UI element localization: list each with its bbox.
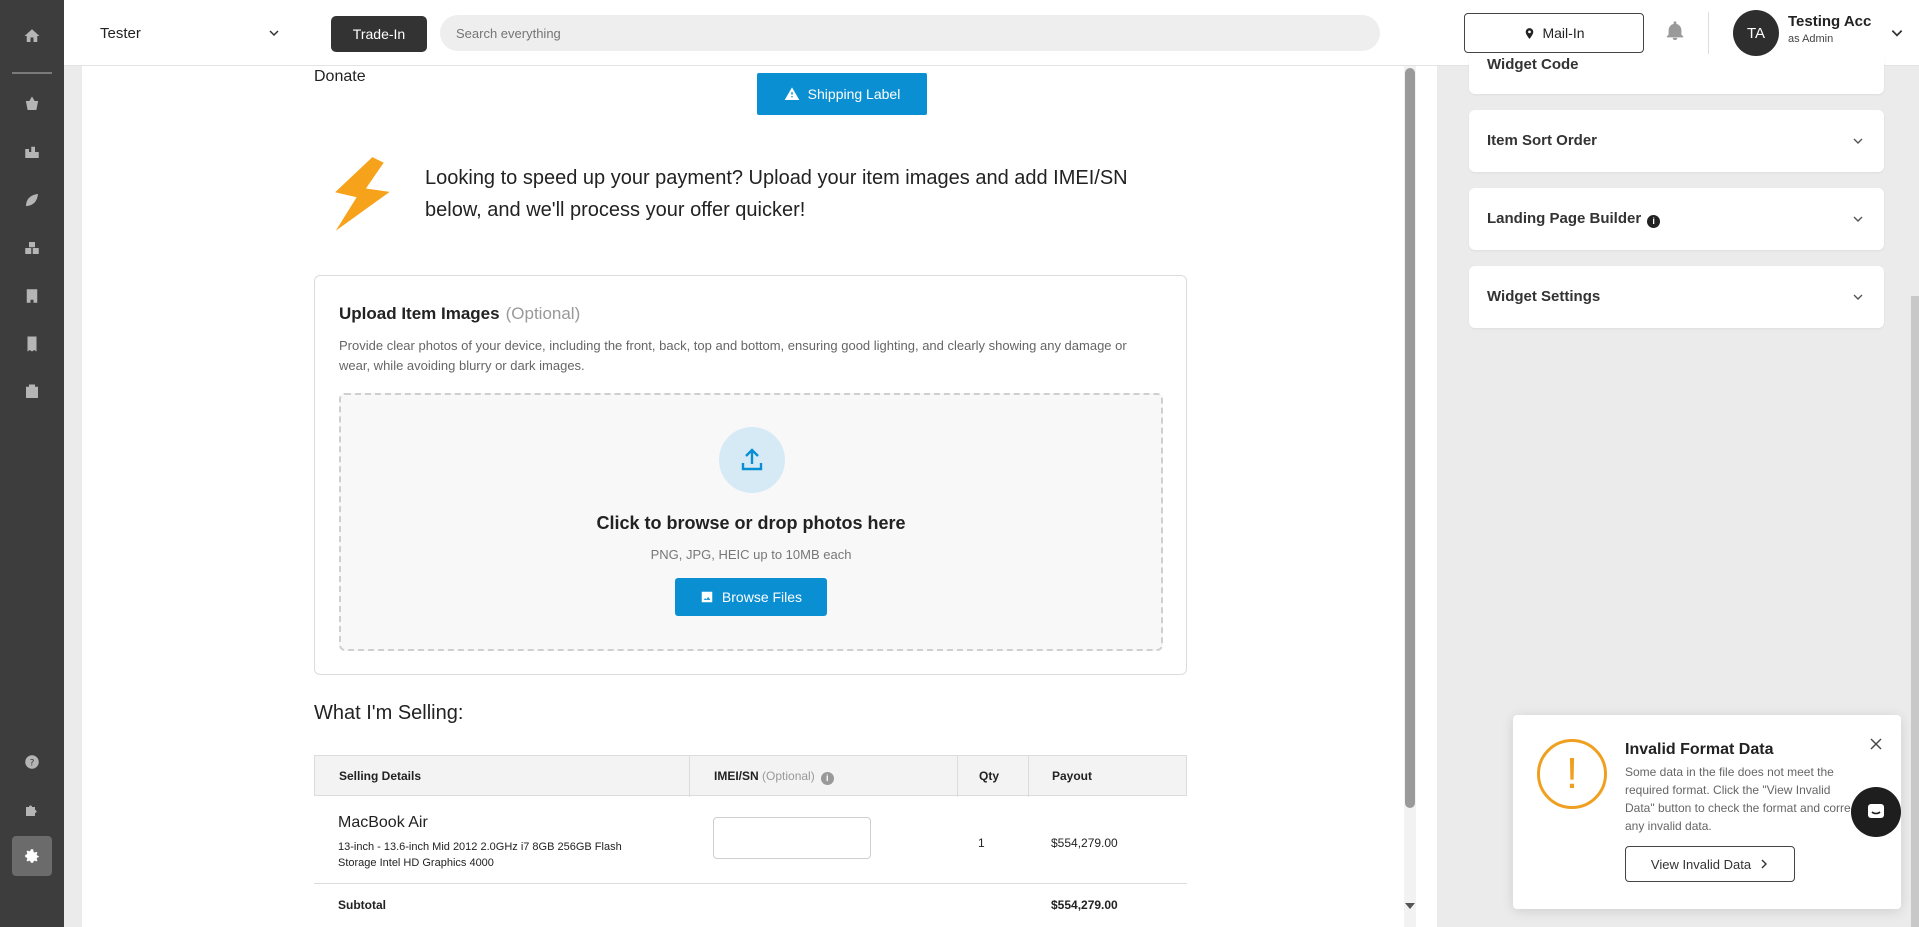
mail-in-label: Mail-In xyxy=(1542,25,1585,41)
subtotal-label: Subtotal xyxy=(338,898,386,912)
store-select[interactable]: Tester xyxy=(100,20,280,46)
view-invalid-data-label: View Invalid Data xyxy=(1650,856,1752,872)
imei-input[interactable] xyxy=(713,817,871,859)
chevron-down-icon xyxy=(1853,216,1863,222)
image-icon xyxy=(701,591,713,603)
help-icon[interactable]: ? xyxy=(0,742,64,782)
trade-in-button[interactable]: Trade-In xyxy=(331,16,427,52)
lightning-bolt-icon xyxy=(335,157,390,231)
accordion-widget-code[interactable]: Widget Code xyxy=(1469,56,1884,94)
table-row: MacBook Air 13-inch - 13.6-inch Mid 2012… xyxy=(314,796,1187,884)
accordion-landing-page-builder[interactable]: Landing Page Builder i xyxy=(1469,188,1884,250)
header-payout: Payout xyxy=(1052,769,1093,783)
user-role: as Admin xyxy=(1788,33,1834,45)
header-qty: Qty xyxy=(979,769,1000,783)
chat-icon[interactable] xyxy=(1851,787,1901,837)
left-rail: ? xyxy=(0,0,64,927)
column-divider xyxy=(1028,756,1029,797)
invalid-format-toast: ! Invalid Format Data Some data in the f… xyxy=(1513,715,1901,909)
item-name: MacBook Air xyxy=(338,814,428,831)
rail-divider xyxy=(12,72,52,74)
dropzone-title: Click to browse or drop photos here xyxy=(596,513,906,533)
warehouse-icon[interactable] xyxy=(0,132,64,172)
building-icon[interactable] xyxy=(0,276,64,316)
chevron-down-icon xyxy=(1853,138,1863,144)
upload-images-card: Upload Item Images (Optional) Provide cle… xyxy=(314,275,1187,675)
main-scrollbar-thumb[interactable] xyxy=(1405,68,1415,808)
upload-title: Upload Item Images (Optional) xyxy=(339,304,580,324)
chevron-right-icon xyxy=(1761,859,1768,869)
column-divider xyxy=(957,756,958,797)
user-menu-chevron-icon[interactable] xyxy=(1890,26,1904,40)
accordion-widget-settings-label: Widget Settings xyxy=(1487,288,1601,305)
dropzone-subtitle: PNG, JPG, HEIC up to 10MB each xyxy=(650,547,852,562)
selling-title: What I'm Selling: xyxy=(314,702,464,724)
upload-icon xyxy=(719,427,785,493)
header-imei: IMEI/SN (Optional) i xyxy=(714,769,834,785)
avatar[interactable]: TA xyxy=(1733,10,1779,56)
donate-label: Donate xyxy=(314,68,366,85)
upload-title-text: Upload Item Images xyxy=(339,304,500,323)
info-icon[interactable]: i xyxy=(820,772,834,785)
svg-text:?: ? xyxy=(30,758,35,768)
item-payout: $554,279.00 xyxy=(1051,836,1118,850)
accordion-item-sort-order[interactable]: Item Sort Order xyxy=(1469,110,1884,172)
main-panel: Donate Shipping Label Looking to speed u… xyxy=(82,66,1437,927)
view-invalid-data-button[interactable]: View Invalid Data xyxy=(1625,846,1795,882)
item-spec: 13-inch - 13.6-inch Mid 2012 2.0GHz i7 8… xyxy=(338,841,622,869)
header-selling-details: Selling Details xyxy=(339,769,422,783)
mail-in-button[interactable]: Mail-In xyxy=(1464,13,1644,53)
header-imei-text: IMEI/SN xyxy=(714,769,759,783)
location-pin-icon xyxy=(1526,27,1534,39)
chevron-down-icon xyxy=(269,30,279,37)
toast-title: Invalid Format Data xyxy=(1625,741,1774,758)
shipping-label-text: Shipping Label xyxy=(807,86,901,102)
landing-page-label-text: Landing Page Builder xyxy=(1487,210,1642,227)
accordion-widget-settings[interactable]: Widget Settings xyxy=(1469,266,1884,328)
receipt-icon[interactable] xyxy=(0,324,64,364)
item-qty: 1 xyxy=(978,836,985,850)
warning-icon: ! xyxy=(1537,739,1607,809)
chevron-down-icon xyxy=(1853,294,1863,300)
puzzle-icon[interactable] xyxy=(0,790,64,830)
scroll-down-arrow-icon[interactable] xyxy=(1404,900,1416,912)
column-divider xyxy=(689,756,690,797)
basket-icon[interactable] xyxy=(0,84,64,124)
subtotal-value: $554,279.00 xyxy=(1051,898,1118,912)
boxes-icon[interactable] xyxy=(0,228,64,268)
table-header: Selling Details IMEI/SN (Optional) i Qty … xyxy=(314,755,1187,797)
info-icon[interactable]: i xyxy=(1647,215,1661,228)
settings-icon[interactable] xyxy=(12,836,52,876)
close-icon[interactable] xyxy=(1869,737,1883,751)
toast-body: Some data in the file does not meet the … xyxy=(1625,765,1861,833)
id-card-icon[interactable] xyxy=(0,372,64,412)
header-divider xyxy=(1708,12,1709,54)
header-imei-optional: (Optional) xyxy=(762,769,815,783)
upload-optional: (Optional) xyxy=(505,304,581,323)
accordion-landing-page-label: Landing Page Builder i xyxy=(1487,210,1661,228)
warning-triangle-icon xyxy=(784,87,800,100)
page-scrollbar[interactable] xyxy=(1911,296,1919,927)
search-input[interactable] xyxy=(440,15,1380,51)
upload-description: Provide clear photos of your device, inc… xyxy=(339,338,1127,373)
shipping-label-button[interactable]: Shipping Label xyxy=(757,73,927,115)
leaf-icon[interactable] xyxy=(0,180,64,220)
browse-files-button[interactable]: Browse Files xyxy=(675,578,827,616)
user-name[interactable]: Testing Acc xyxy=(1788,13,1871,30)
store-select-value: Tester xyxy=(100,24,141,42)
accordion-widget-code-label: Widget Code xyxy=(1487,56,1579,73)
browse-files-label: Browse Files xyxy=(721,589,803,605)
accordion-item-sort-label: Item Sort Order xyxy=(1487,132,1598,149)
photo-dropzone[interactable]: Click to browse or drop photos here PNG,… xyxy=(339,393,1163,651)
bell-icon[interactable] xyxy=(1664,20,1690,46)
home-icon[interactable] xyxy=(0,16,64,56)
speed-up-message: Looking to speed up your payment? Upload… xyxy=(425,167,1128,221)
